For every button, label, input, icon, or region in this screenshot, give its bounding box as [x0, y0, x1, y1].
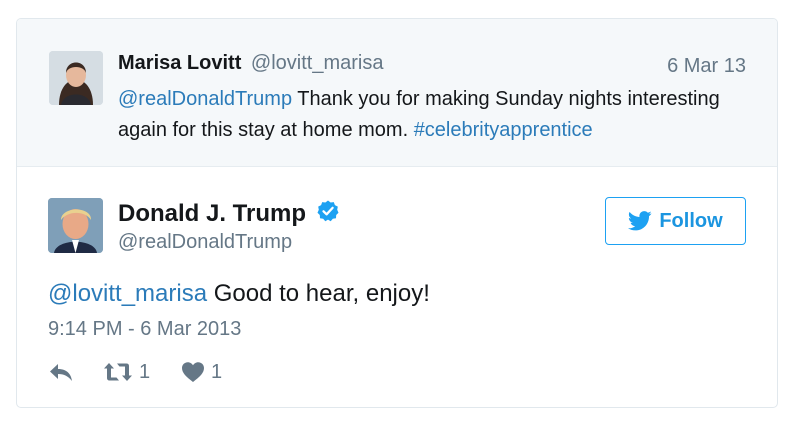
- like-button[interactable]: 1: [181, 359, 222, 385]
- follow-button[interactable]: Follow: [605, 197, 746, 245]
- parent-tweet-text: @realDonaldTrump Thank you for making Su…: [118, 84, 738, 146]
- retweet-icon: [104, 363, 132, 381]
- main-tweet-text: @lovitt_marisa Good to hear, enjoy!: [48, 280, 430, 308]
- embedded-tweet-card: Marisa Lovitt @lovitt_marisa 6 Mar 13 @r…: [16, 18, 778, 408]
- main-author-name[interactable]: Donald J. Trump: [118, 200, 306, 227]
- main-tweet-body: Good to hear, enjoy!: [207, 280, 430, 307]
- reply-button[interactable]: [48, 359, 74, 385]
- main-author[interactable]: Donald J. Trump: [118, 200, 340, 228]
- parent-author[interactable]: Marisa Lovitt @lovitt_marisa: [118, 52, 383, 75]
- tweet-timestamp[interactable]: 9:14 PM - 6 Mar 2013: [48, 318, 241, 341]
- main-avatar[interactable]: [48, 198, 103, 253]
- retweet-button[interactable]: 1: [103, 359, 150, 385]
- parent-author-name[interactable]: Marisa Lovitt: [118, 52, 241, 74]
- parent-author-handle[interactable]: @lovitt_marisa: [251, 52, 384, 74]
- verified-badge-icon: [316, 199, 340, 223]
- parent-tweet[interactable]: Marisa Lovitt @lovitt_marisa 6 Mar 13 @r…: [17, 19, 777, 167]
- hashtag-link[interactable]: #celebrityapprentice: [414, 119, 593, 141]
- main-mention-link[interactable]: @lovitt_marisa: [48, 280, 207, 307]
- parent-date[interactable]: 6 Mar 13: [667, 55, 746, 78]
- reply-icon: [50, 364, 72, 381]
- parent-avatar[interactable]: [49, 51, 103, 105]
- follow-button-label: Follow: [659, 209, 723, 232]
- retweet-count: 1: [139, 360, 151, 383]
- twitter-bird-icon: [628, 211, 652, 231]
- parent-mention-link[interactable]: @realDonaldTrump: [118, 88, 292, 110]
- main-author-handle[interactable]: @realDonaldTrump: [118, 231, 292, 254]
- like-count: 1: [211, 360, 223, 383]
- heart-icon: [182, 362, 204, 382]
